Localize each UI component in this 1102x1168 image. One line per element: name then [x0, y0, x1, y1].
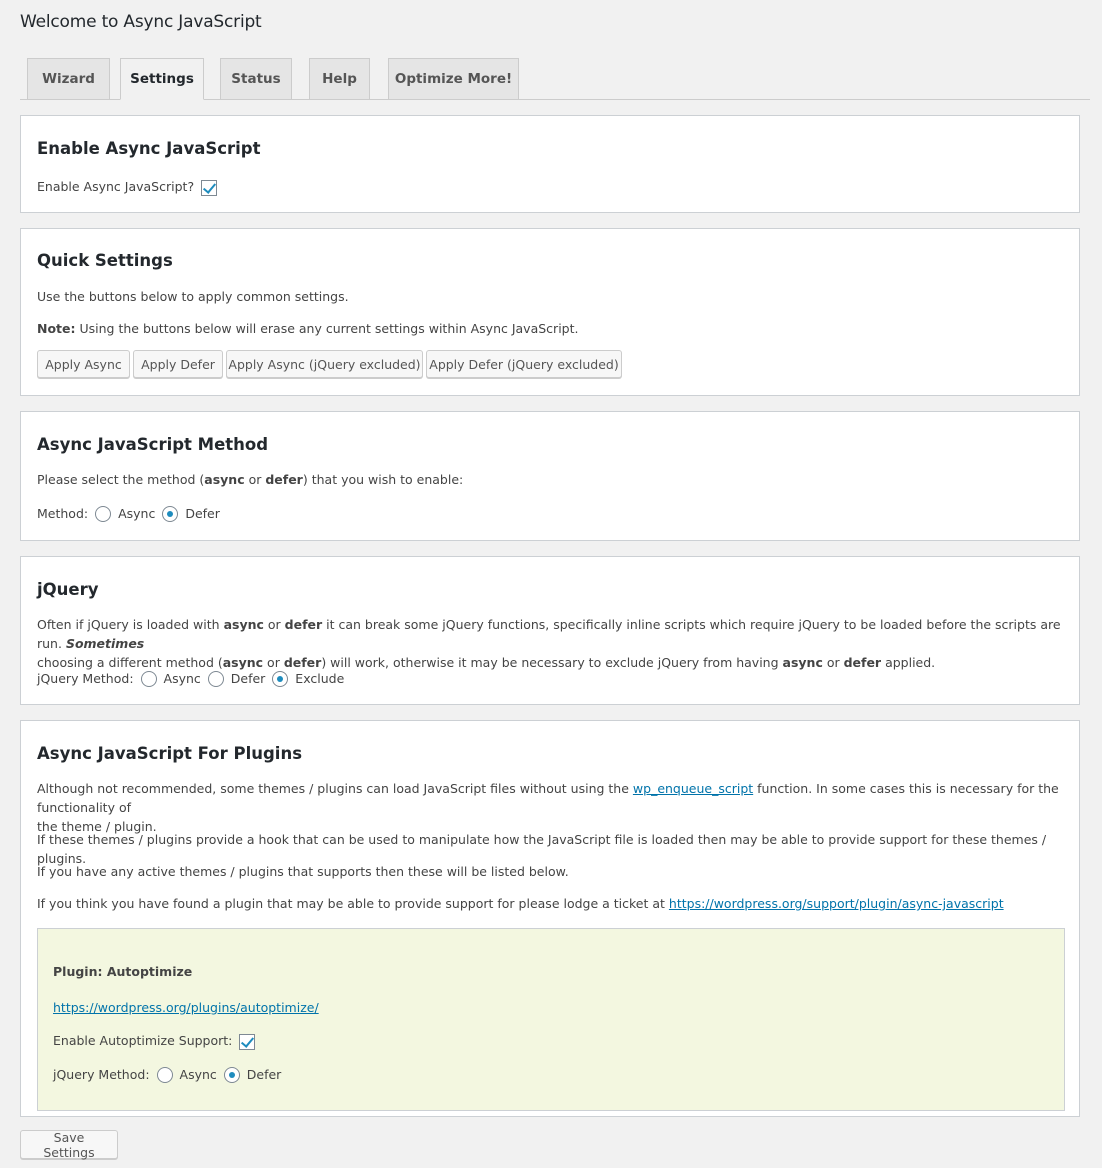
- note-label: Note:: [37, 321, 76, 336]
- jq-text-4: ) will work, otherwise it may be necessa…: [321, 655, 783, 670]
- method-defer-label: Defer: [185, 506, 220, 521]
- method-desc-or: or: [244, 472, 266, 487]
- method-desc-defer: defer: [265, 472, 303, 487]
- jq-text-5: applied.: [881, 655, 936, 670]
- jq-sometimes: Sometimes: [65, 636, 145, 651]
- tab-help[interactable]: Help: [309, 58, 370, 100]
- support-ticket-link[interactable]: https://wordpress.org/support/plugin/asy…: [669, 896, 1004, 911]
- plugin-link-row: https://wordpress.org/plugins/autoptimiz…: [53, 998, 319, 1017]
- tab-bar: Wizard Settings Status Help Optimize Mor…: [20, 58, 1090, 100]
- page-title: Welcome to Async JavaScript: [20, 12, 262, 32]
- jq-bold-defer-3: defer: [843, 655, 882, 670]
- note-text: Using the buttons below will erase any c…: [75, 321, 579, 336]
- enable-async-checkbox[interactable]: [201, 179, 218, 196]
- page-wrap: Welcome to Async JavaScript Wizard Setti…: [0, 0, 1102, 1168]
- plugins-paragraph-3: If you have any active themes / plugins …: [37, 864, 569, 879]
- wp-enqueue-script-link[interactable]: wp_enqueue_script: [633, 781, 753, 796]
- jq-bold-async-3: async: [782, 655, 823, 670]
- quick-settings-intro: Use the buttons below to apply common se…: [37, 289, 349, 304]
- plugins-paragraph-4: If you think you have found a plugin tha…: [37, 894, 1004, 913]
- tab-optimize-more[interactable]: Optimize More!: [388, 58, 519, 100]
- autoptimize-plugin-box: Plugin: Autoptimize https://wordpress.or…: [37, 928, 1065, 1111]
- quick-settings-title: Quick Settings: [37, 251, 173, 270]
- tab-status[interactable]: Status: [220, 58, 292, 100]
- plugins-section: Async JavaScript For Plugins Although no…: [20, 720, 1080, 1117]
- quick-buttons-row: Apply Async Apply Defer Apply Async (jQu…: [37, 350, 737, 380]
- jquery-async-radio[interactable]: [140, 670, 157, 687]
- jquery-exclude-label: Exclude: [295, 671, 345, 686]
- jquery-method-label: jQuery Method:: [37, 671, 134, 686]
- apply-defer-button[interactable]: Apply Defer: [133, 350, 223, 378]
- jq-bold-async: async: [223, 617, 264, 632]
- method-defer-radio[interactable]: [162, 505, 179, 522]
- jq-bold-defer: defer: [284, 617, 323, 632]
- autoptimize-defer-label: Defer: [246, 1067, 282, 1082]
- apply-async-jquery-excluded-button[interactable]: Apply Async (jQuery excluded): [226, 350, 423, 378]
- method-label: Method:: [37, 506, 89, 521]
- method-section-title: Async JavaScript Method: [37, 435, 269, 454]
- jquery-section-title: jQuery: [37, 580, 99, 599]
- jquery-defer-label: Defer: [230, 671, 266, 686]
- method-async-label: Async: [118, 506, 156, 521]
- tab-settings[interactable]: Settings: [120, 58, 204, 100]
- method-radio-row: Method: Async Defer: [37, 503, 224, 523]
- enable-section-title: Enable Async JavaScript: [37, 139, 261, 158]
- method-section: Async JavaScript Method Please select th…: [20, 411, 1080, 541]
- autoptimize-support-label: Enable Autoptimize Support:: [53, 1033, 233, 1048]
- plugins-section-title: Async JavaScript For Plugins: [37, 744, 303, 763]
- plugins-p4-text: If you think you have found a plugin tha…: [37, 896, 669, 911]
- jquery-async-label: Async: [163, 671, 201, 686]
- jquery-exclude-radio[interactable]: [272, 670, 289, 687]
- autoptimize-method-row: jQuery Method: Async Defer: [53, 1064, 285, 1084]
- enable-row: Enable Async JavaScript?: [37, 177, 218, 196]
- autoptimize-method-label: jQuery Method:: [53, 1067, 150, 1082]
- quick-settings-section: Quick Settings Use the buttons below to …: [20, 228, 1080, 396]
- plugins-paragraph-1: Although not recommended, some themes / …: [37, 779, 1067, 836]
- autoptimize-support-row: Enable Autoptimize Support:: [53, 1031, 256, 1050]
- save-settings-button[interactable]: Save Settings: [20, 1130, 118, 1160]
- enable-checkbox-label: Enable Async JavaScript?: [37, 179, 195, 194]
- enable-section: Enable Async JavaScript Enable Async Jav…: [20, 115, 1080, 213]
- jquery-defer-radio[interactable]: [207, 670, 224, 687]
- autoptimize-async-radio[interactable]: [156, 1066, 173, 1083]
- autoptimize-defer-radio[interactable]: [223, 1066, 240, 1083]
- jquery-section: jQuery Often if jQuery is loaded with as…: [20, 556, 1080, 705]
- jq-text-or: or: [263, 617, 285, 632]
- apply-async-button[interactable]: Apply Async: [37, 350, 130, 378]
- autoptimize-plugin-link[interactable]: https://wordpress.org/plugins/autoptimiz…: [53, 1000, 319, 1015]
- method-desc-text: Please select the method (: [37, 472, 205, 487]
- apply-defer-jquery-excluded-button[interactable]: Apply Defer (jQuery excluded): [426, 350, 622, 378]
- jquery-description: Often if jQuery is loaded with async or …: [37, 615, 1067, 672]
- method-desc-async: async: [204, 472, 245, 487]
- autoptimize-async-label: Async: [179, 1067, 217, 1082]
- autoptimize-support-checkbox[interactable]: [239, 1033, 256, 1050]
- method-description: Please select the method (async or defer…: [37, 470, 463, 489]
- jq-text-1: Often if jQuery is loaded with: [37, 617, 224, 632]
- method-desc-post: ) that you wish to enable:: [302, 472, 464, 487]
- method-async-radio[interactable]: [95, 505, 112, 522]
- jq-text-or-3: or: [822, 655, 844, 670]
- plugin-title: Plugin: Autoptimize: [53, 962, 192, 981]
- tab-wizard[interactable]: Wizard: [27, 58, 110, 100]
- jquery-radio-row: jQuery Method: Async Defer Exclude: [37, 668, 348, 688]
- quick-settings-note: Note: Using the buttons below will erase…: [37, 319, 578, 338]
- plugin-title-text: Plugin: Autoptimize: [53, 964, 193, 979]
- plugins-p1-text: Although not recommended, some themes / …: [37, 781, 633, 796]
